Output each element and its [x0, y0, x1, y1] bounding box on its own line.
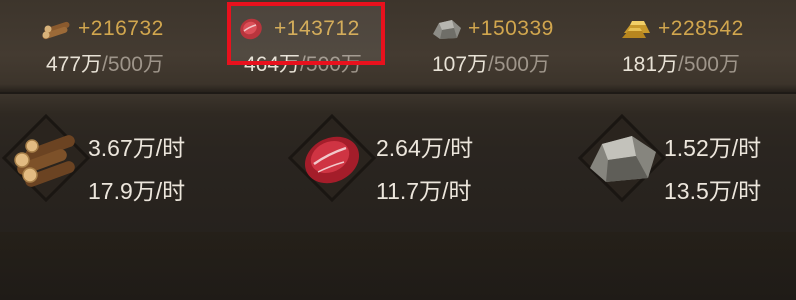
meat-icon	[287, 113, 377, 203]
resource-stone[interactable]: +150339 107万/500万	[430, 0, 620, 92]
production-rate: 3.67万/时	[88, 135, 186, 161]
resource-gold[interactable]: +228542 181万/500万	[620, 0, 796, 92]
max-amount: 500万	[683, 53, 740, 76]
current-amount: 107万	[432, 53, 489, 76]
production-wood[interactable]: 3.67万/时 17.9万/时	[0, 108, 260, 218]
resource-gain: +150339	[430, 14, 554, 44]
wood-icon	[1, 113, 91, 203]
current-amount: 477万	[46, 53, 103, 76]
resource-gain: +216732	[40, 14, 164, 44]
gain-value: +228542	[658, 17, 744, 40]
resource-capacity: 181万/500万	[622, 53, 740, 76]
max-amount: 500万	[493, 53, 550, 76]
wood-icon	[42, 21, 70, 40]
production-secondary: 17.9万/时	[88, 178, 186, 204]
gold-icon	[622, 21, 650, 38]
max-amount: 500万	[107, 53, 164, 76]
production-secondary: 11.7万/时	[376, 178, 472, 204]
production-meat[interactable]: 2.64万/时 11.7万/时	[286, 108, 546, 218]
gain-value: +150339	[468, 17, 554, 40]
production-rate: 2.64万/时	[376, 135, 474, 161]
divider	[0, 92, 796, 94]
current-amount: 181万	[622, 53, 679, 76]
resource-bar: +216732 477万/500万 +143712 464万/500万 +150…	[0, 0, 796, 92]
highlight-box	[227, 2, 385, 65]
production-rate: 1.52万/时	[664, 135, 762, 161]
stone-icon	[577, 113, 667, 203]
production-secondary: 13.5万/时	[664, 178, 762, 204]
resource-gain: +228542	[620, 14, 744, 44]
resource-wood[interactable]: +216732 477万/500万	[40, 0, 230, 92]
bottom-band	[0, 232, 796, 300]
production-stone[interactable]: 1.52万/时 13.5万/时	[576, 108, 796, 218]
stone-icon	[433, 20, 461, 39]
resource-capacity: 107万/500万	[432, 53, 550, 76]
gain-value: +216732	[78, 17, 164, 40]
resource-capacity: 477万/500万	[46, 53, 164, 76]
